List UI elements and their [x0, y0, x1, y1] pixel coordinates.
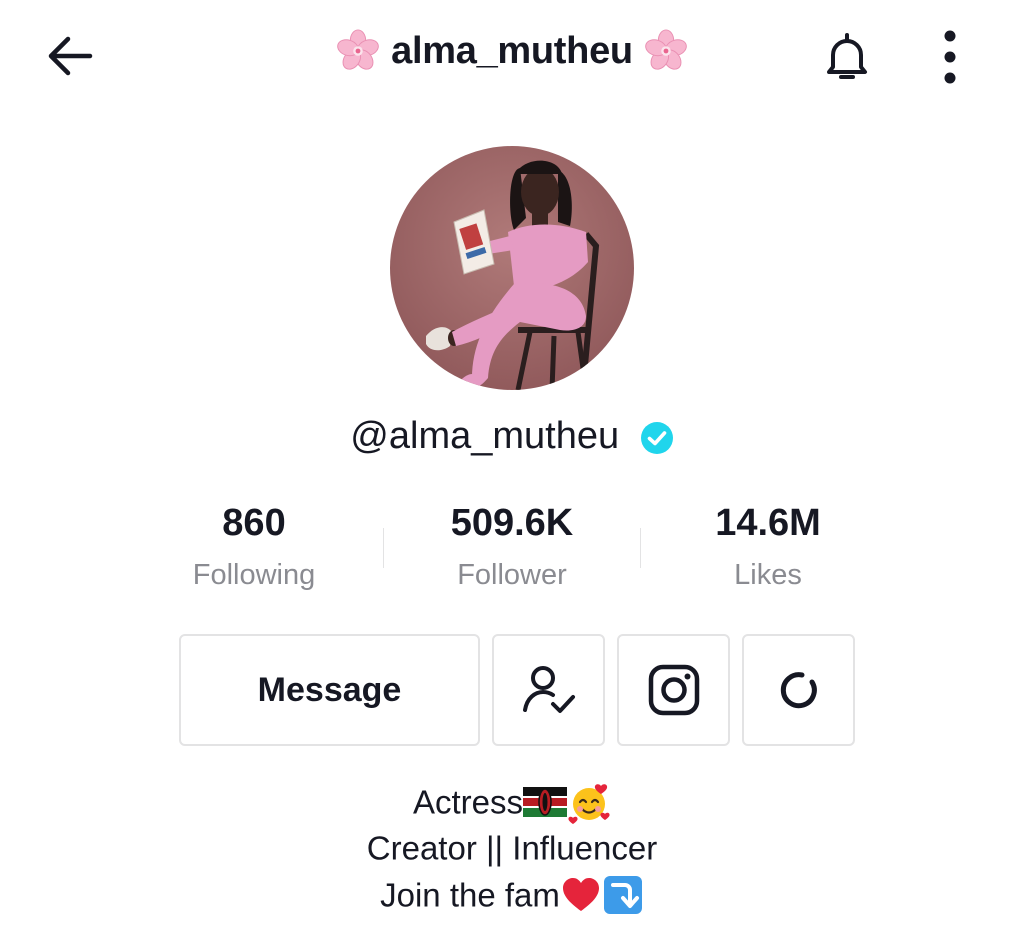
profile-avatar[interactable] — [390, 146, 634, 390]
cherry-blossom-emoji-left — [337, 29, 379, 70]
instagram-icon — [648, 664, 699, 716]
following-count: 860 — [222, 502, 286, 544]
notifications-button[interactable] — [814, 24, 880, 90]
likes-count: 14.6M — [715, 502, 821, 544]
bell-icon — [827, 33, 867, 79]
red-heart-emoji — [562, 877, 599, 911]
followers-count: 509.6K — [450, 502, 574, 544]
stat-followers[interactable]: 509.6K Follower — [384, 498, 640, 594]
top-bar: alma_mutheu — [0, 0, 1024, 110]
likes-label: Likes — [734, 559, 802, 591]
kenya-flag-emoji — [523, 787, 568, 818]
user-check-icon — [522, 666, 575, 713]
verified-badge-icon — [640, 421, 673, 454]
stat-following[interactable]: 860 Following — [126, 498, 382, 594]
profile-page: alma_mutheu @alma_mutheu 860 Following 5… — [0, 0, 1024, 940]
stat-likes[interactable]: 14.6M Likes — [640, 498, 896, 594]
more-vertical-icon — [944, 30, 956, 84]
page-title: alma_mutheu — [391, 29, 633, 72]
loading-button[interactable] — [742, 634, 855, 746]
bio-line-2: Creator || Influencer — [0, 824, 1024, 870]
instagram-button[interactable] — [617, 634, 730, 746]
bio-line-1-text: Actress — [412, 783, 524, 821]
username-row: @alma_mutheu — [0, 414, 1024, 458]
following-status-button[interactable] — [492, 634, 605, 746]
bio-line-3-text: Join the fam — [380, 875, 560, 913]
username: @alma_mutheu — [350, 415, 620, 458]
more-options-button[interactable] — [922, 24, 978, 90]
followers-label: Follower — [457, 559, 567, 591]
avatar-photo — [390, 146, 634, 390]
message-button-label: Message — [257, 670, 402, 709]
bio-line-1: Actress — [0, 778, 1024, 825]
arrow-down-curve-emoji — [603, 875, 642, 914]
message-button[interactable]: Message — [179, 634, 480, 746]
profile-stats: 860 Following 509.6K Follower 14.6M Like… — [126, 498, 896, 608]
cherry-blossom-emoji-right — [645, 29, 687, 70]
bio-line-2-text: Creator || Influencer — [366, 829, 658, 867]
loading-spinner-icon — [780, 672, 817, 709]
smiling-face-with-hearts-emoji — [568, 784, 610, 825]
following-label: Following — [192, 559, 316, 591]
bio-line-3: Join the fam — [0, 871, 1024, 917]
profile-bio: Actress Creator || Influencer Join the f… — [0, 778, 1024, 917]
